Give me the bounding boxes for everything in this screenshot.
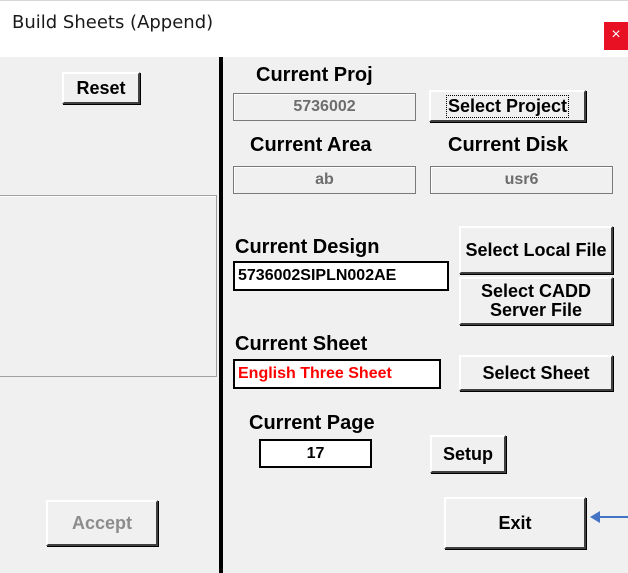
title-bar: Build Sheets (Append) bbox=[0, 0, 628, 45]
current-proj-field: 5736002 bbox=[233, 93, 416, 121]
close-button[interactable]: × bbox=[604, 22, 628, 50]
current-page-field[interactable]: 17 bbox=[259, 439, 372, 468]
current-area-label: Current Area bbox=[250, 134, 372, 156]
select-cadd-server-file-button[interactable]: Select CADD Server File bbox=[459, 277, 613, 325]
select-sheet-button[interactable]: Select Sheet bbox=[459, 355, 613, 391]
current-disk-label: Current Disk bbox=[448, 134, 569, 156]
current-proj-label: Current Proj bbox=[256, 64, 373, 86]
current-sheet-field[interactable]: English Three Sheet bbox=[233, 359, 441, 389]
select-project-button[interactable]: Select Project bbox=[429, 90, 586, 122]
setup-button[interactable]: Setup bbox=[430, 435, 506, 473]
current-page-label: Current Page bbox=[249, 412, 375, 434]
window-title: Build Sheets (Append) bbox=[12, 12, 214, 33]
current-disk-field: usr6 bbox=[430, 166, 613, 194]
close-icon: × bbox=[611, 26, 621, 43]
current-sheet-label: Current Sheet bbox=[235, 333, 368, 355]
left-panel-divider-box bbox=[0, 195, 217, 377]
current-design-field[interactable]: 5736002SIPLN002AE bbox=[233, 261, 449, 291]
current-design-label: Current Design bbox=[235, 236, 380, 258]
exit-button[interactable]: Exit bbox=[444, 497, 586, 549]
accept-button[interactable]: Accept bbox=[46, 500, 158, 546]
current-area-field: ab bbox=[233, 166, 416, 194]
reset-button[interactable]: Reset bbox=[62, 72, 140, 104]
select-local-file-button[interactable]: Select Local File bbox=[459, 226, 613, 274]
vertical-divider bbox=[219, 57, 223, 573]
arrow-left-icon bbox=[590, 511, 628, 523]
